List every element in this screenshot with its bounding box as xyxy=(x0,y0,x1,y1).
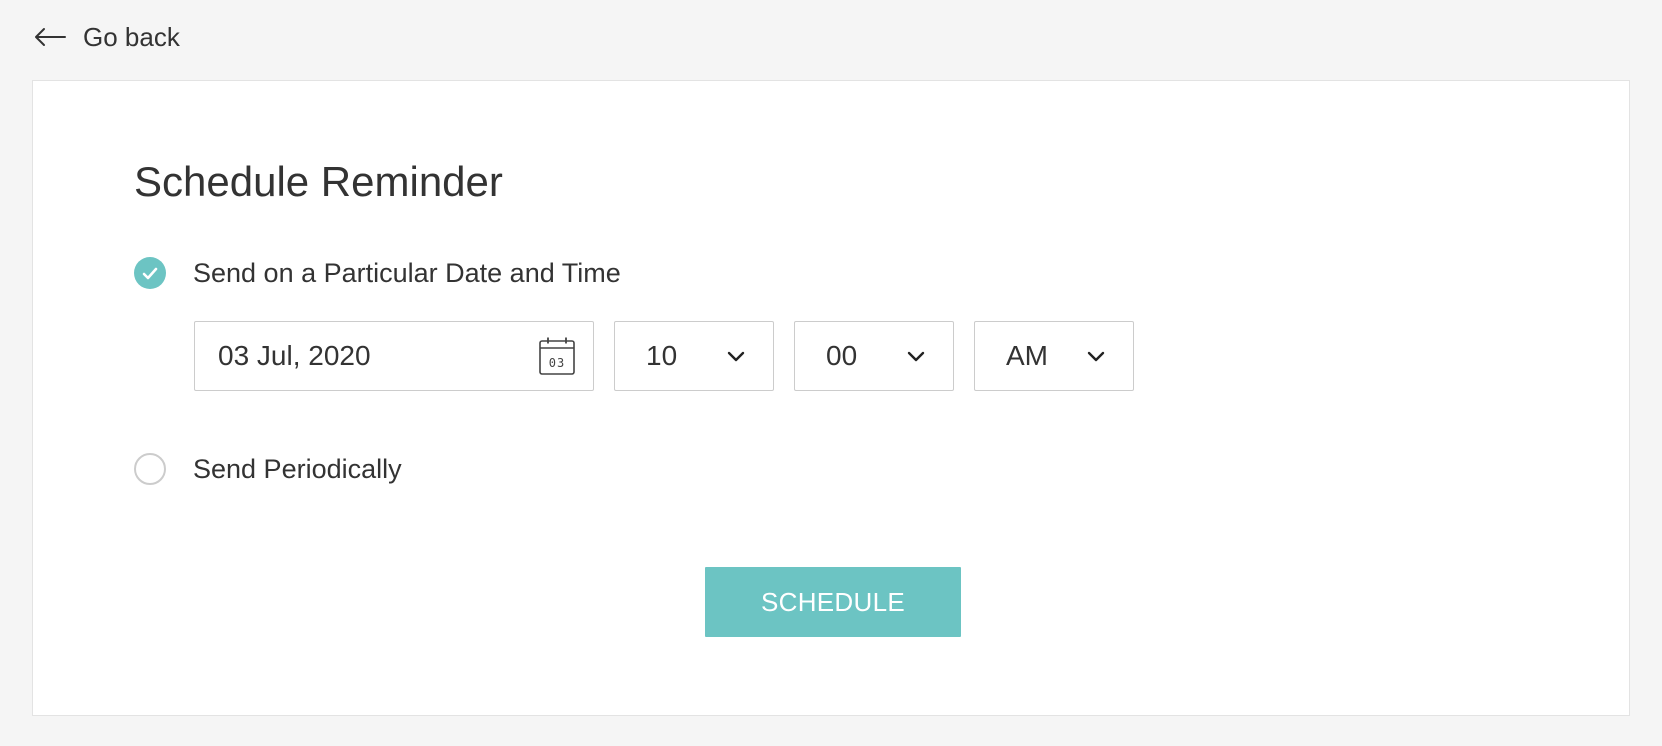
meridiem-value: AM xyxy=(1006,340,1048,371)
date-time-fields: 03 Jul, 2020 03 10 00 AM xyxy=(194,321,1134,391)
chevron-down-icon xyxy=(907,351,925,361)
chevron-down-icon xyxy=(727,351,745,361)
schedule-button[interactable]: SCHEDULE xyxy=(705,567,961,637)
arrow-left-icon xyxy=(34,27,66,47)
minute-select[interactable]: 00 xyxy=(794,321,954,391)
minute-value: 00 xyxy=(826,340,858,371)
option-send-periodically[interactable]: Send Periodically xyxy=(134,453,402,485)
option-particular-date-time[interactable]: Send on a Particular Date and Time xyxy=(134,257,621,289)
hour-select[interactable]: 10 xyxy=(614,321,774,391)
meridiem-select[interactable]: AM xyxy=(974,321,1134,391)
option-particular-label: Send on a Particular Date and Time xyxy=(193,257,621,288)
radio-particular-date-time[interactable] xyxy=(134,257,166,289)
option-periodic-label: Send Periodically xyxy=(193,453,402,484)
chevron-down-icon xyxy=(1087,351,1105,361)
page-title: Schedule Reminder xyxy=(134,158,503,205)
schedule-card: Schedule Reminder Send on a Particular D… xyxy=(32,80,1630,716)
check-icon xyxy=(142,267,158,279)
calendar-icon[interactable]: 03 xyxy=(539,337,575,375)
date-picker-field[interactable]: 03 Jul, 2020 03 xyxy=(194,321,594,391)
hour-value: 10 xyxy=(646,340,678,371)
svg-text:03: 03 xyxy=(549,356,565,370)
go-back-label: Go back xyxy=(83,21,180,52)
go-back-link[interactable]: Go back xyxy=(34,20,180,54)
date-value: 03 Jul, 2020 xyxy=(218,340,371,371)
radio-send-periodically[interactable] xyxy=(134,453,166,485)
